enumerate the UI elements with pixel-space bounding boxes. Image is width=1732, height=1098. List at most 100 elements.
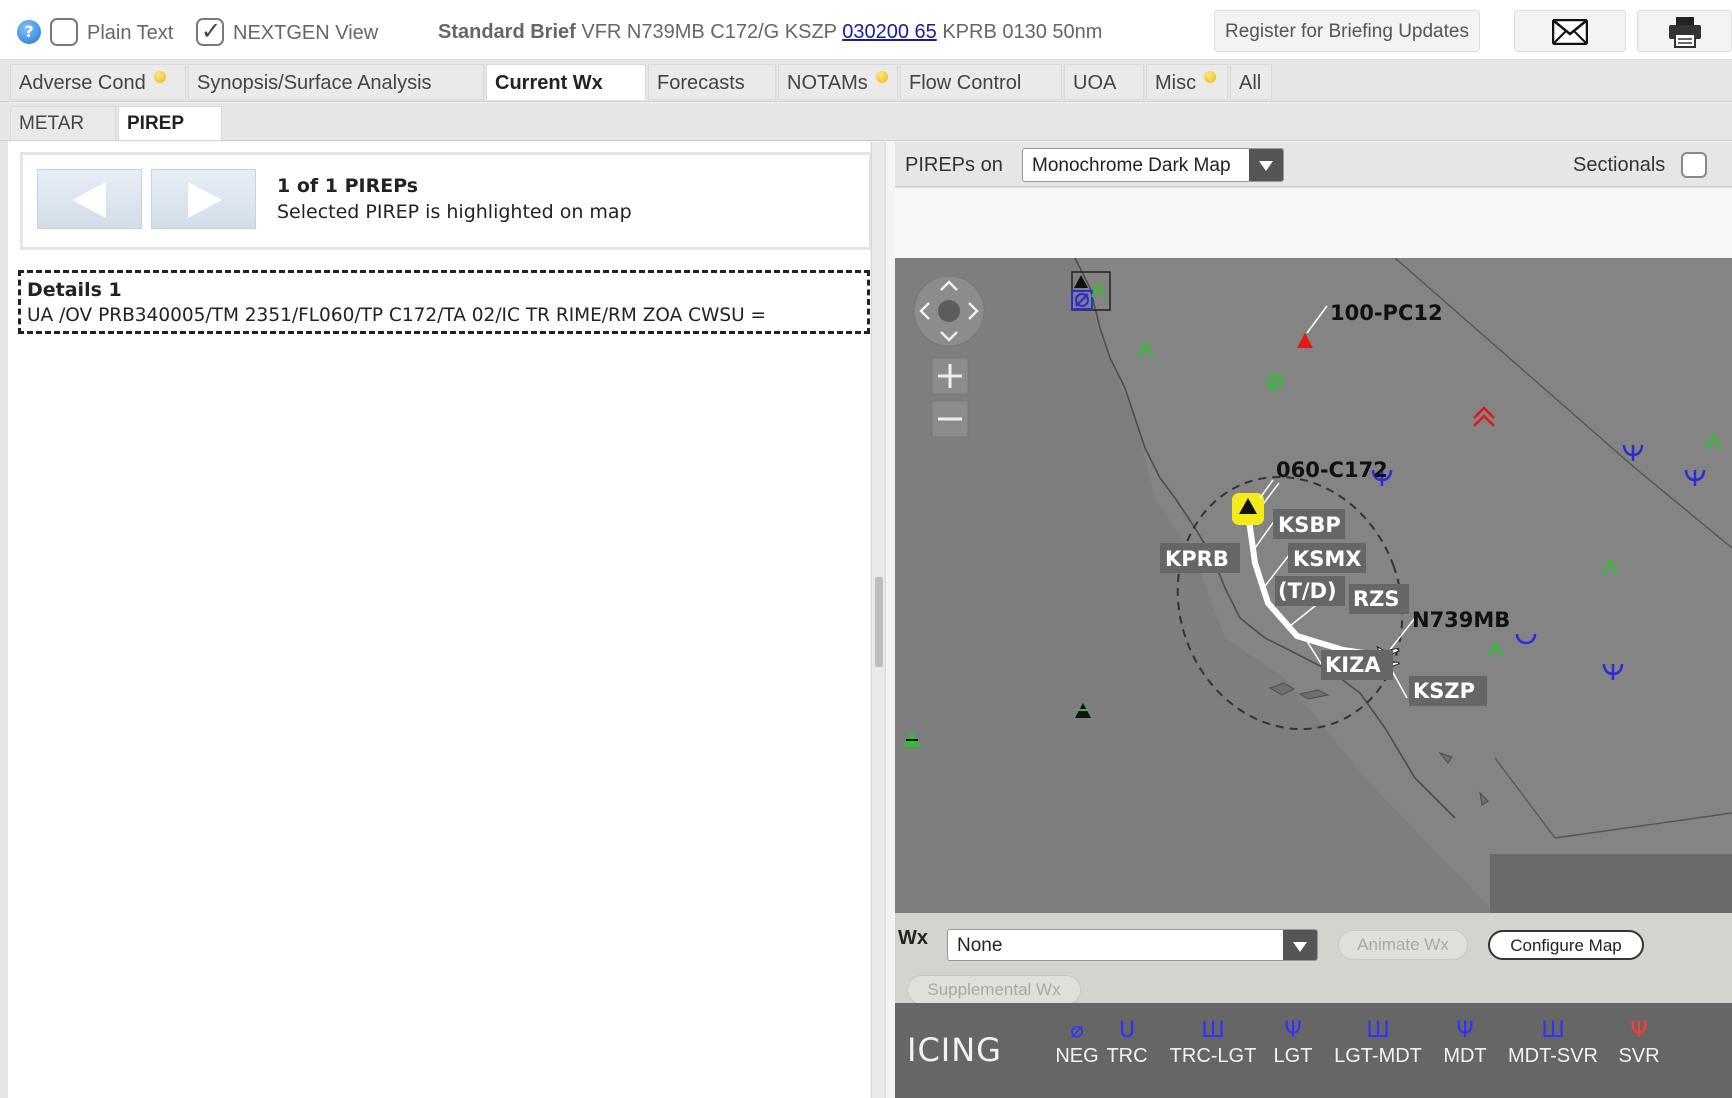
print-button[interactable] xyxy=(1637,10,1732,52)
legend-label: SVR xyxy=(1618,1045,1660,1067)
subtab-label: PIREP xyxy=(127,113,185,134)
sectionals-checkbox[interactable] xyxy=(1681,152,1707,178)
label-kiza: KIZA xyxy=(1325,653,1381,677)
icing-trc-lgt-icon: Ш xyxy=(1201,1018,1225,1043)
tab-label: Synopsis/Surface Analysis xyxy=(197,72,432,94)
arrow-right-icon xyxy=(188,182,222,218)
tab-forecasts[interactable]: Forecasts xyxy=(648,64,776,100)
label-ksmx: KSMX xyxy=(1293,547,1362,571)
chevron-down-icon xyxy=(1249,149,1283,181)
alert-dot-icon xyxy=(1204,71,1217,83)
splitter-grip[interactable] xyxy=(875,577,883,667)
plain-text-checkbox[interactable] xyxy=(50,18,78,46)
main-tabs: Adverse Cond Synopsis/Surface Analysis C… xyxy=(0,60,1732,102)
envelope-icon xyxy=(1551,18,1589,46)
icing-lgt-mdt-icon: Ш xyxy=(1366,1018,1390,1043)
map-header-strip xyxy=(895,188,1732,258)
icing-legend: ICING ⌀ NEG U TRC Ш TRC-LGT Ψ LGT Ш LGT-MDT Ψ… xyxy=(895,1003,1732,1098)
tab-label: NOTAMs xyxy=(787,72,868,94)
legend-label: LGT-MDT xyxy=(1334,1045,1422,1067)
subtab-metar[interactable]: METAR xyxy=(10,106,116,141)
legend-label: TRC xyxy=(1106,1045,1148,1067)
zoom-in-button[interactable] xyxy=(931,357,969,395)
tab-label: Adverse Cond xyxy=(19,72,146,94)
icing-lgt-icon: Ψ xyxy=(1284,1018,1302,1043)
legend-trc-lgt: Ш TRC-LGT xyxy=(1163,1019,1263,1068)
label-100-pc12: 100-PC12 xyxy=(1330,301,1443,325)
subtab-pirep[interactable]: PIREP xyxy=(118,106,222,141)
legend-neg: ⌀ NEG xyxy=(1052,1019,1102,1068)
register-briefing-updates-button[interactable]: Register for Briefing Updates xyxy=(1214,10,1480,52)
configure-map-button[interactable]: Configure Map xyxy=(1488,930,1644,960)
tab-label: Current Wx xyxy=(495,72,603,94)
label-060-c172: 060-C172 xyxy=(1276,458,1388,482)
legend-label: LGT xyxy=(1273,1045,1313,1067)
next-pirep-button[interactable] xyxy=(151,169,256,229)
tab-label: Flow Control xyxy=(909,72,1022,94)
supplemental-wx-button[interactable]: Supplemental Wx xyxy=(907,975,1081,1005)
legend-svr: Ψ SVR xyxy=(1611,1019,1667,1068)
tab-all[interactable]: All xyxy=(1230,64,1272,100)
map-pan-control[interactable] xyxy=(913,275,985,347)
sub-tabs: METAR PIREP xyxy=(0,103,1732,141)
wx-value: None xyxy=(957,935,1003,956)
pirep-navigator: 1 of 1 PIREPs Selected PIREP is highligh… xyxy=(20,152,872,250)
icing-neg-icon: ⌀ xyxy=(1070,1018,1084,1043)
legend-mdt-svr: Ш MDT-SVR xyxy=(1500,1019,1606,1068)
panel-splitter[interactable] xyxy=(871,142,886,1098)
nextgen-view-label: NEXTGEN View xyxy=(233,22,379,44)
legend-label: TRC-LGT xyxy=(1169,1045,1257,1067)
label-rzs: RZS xyxy=(1353,587,1400,611)
legend-lgt-mdt: Ш LGT-MDT xyxy=(1323,1019,1433,1068)
nextgen-view-checkbox[interactable] xyxy=(196,17,224,46)
tab-adverse-cond[interactable]: Adverse Cond xyxy=(10,64,186,100)
tab-flow-control[interactable]: Flow Control xyxy=(900,64,1062,100)
wx-toolbar: Wx None Animate Wx Configure Map Supplem… xyxy=(895,913,1732,1005)
tab-misc[interactable]: Misc xyxy=(1146,64,1228,100)
legend-lgt: Ψ LGT xyxy=(1265,1019,1321,1068)
label-kprb: KPRB xyxy=(1165,547,1229,571)
pirep-map[interactable]: 100-PC12 060-C172 N739MB KSBP KPRB KSMX … xyxy=(895,258,1732,913)
tab-label: Misc xyxy=(1155,72,1197,94)
tab-label: All xyxy=(1239,72,1262,94)
zoom-out-button[interactable] xyxy=(931,400,969,438)
map-panel: PIREPs on Monochrome Dark Map Sectionals xyxy=(895,142,1732,1098)
brief-route: VFR N739MB C172/G KSZP xyxy=(581,21,837,43)
subtab-label: METAR xyxy=(19,113,85,134)
alert-dot-icon xyxy=(153,71,166,83)
label-n739mb: N739MB xyxy=(1412,608,1510,632)
wx-select[interactable]: None xyxy=(947,929,1318,961)
legend-label: MDT xyxy=(1443,1045,1487,1067)
animate-wx-button[interactable]: Animate Wx xyxy=(1338,930,1468,960)
top-bar: ? Plain Text NEXTGEN View Standard Brief… xyxy=(0,0,1732,60)
previous-pirep-button[interactable] xyxy=(37,169,142,229)
printer-icon xyxy=(1668,17,1701,48)
basemap-select[interactable]: Monochrome Dark Map xyxy=(1022,148,1284,182)
map-canvas[interactable]: 100-PC12 060-C172 N739MB KSBP KPRB KSMX … xyxy=(895,258,1732,913)
tab-synopsis[interactable]: Synopsis/Surface Analysis xyxy=(188,64,484,100)
email-button[interactable] xyxy=(1514,10,1626,52)
brief-destination: KPRB 0130 50nm xyxy=(942,21,1103,43)
details-title: Details 1 xyxy=(27,279,122,301)
map-toolbar: PIREPs on Monochrome Dark Map Sectionals xyxy=(895,142,1732,187)
tab-notams[interactable]: NOTAMs xyxy=(778,64,898,100)
label-kszp: KSZP xyxy=(1413,679,1475,703)
chevron-down-icon xyxy=(1283,930,1317,960)
brief-type: Standard Brief xyxy=(438,21,576,43)
icing-mdt-svr-icon: Ш xyxy=(1541,1018,1565,1043)
pireps-on-label: PIREPs on xyxy=(905,154,1003,176)
legend-mdt: Ψ MDT xyxy=(1435,1019,1495,1068)
brief-time-link[interactable]: 030200 65 xyxy=(842,21,937,43)
details-text: UA /OV PRB340005/TM 2351/FL060/TP C172/T… xyxy=(27,305,767,326)
tab-current-wx[interactable]: Current Wx xyxy=(486,64,646,100)
tab-label: Forecasts xyxy=(657,72,745,94)
help-icon[interactable]: ? xyxy=(17,20,41,44)
tab-uoa[interactable]: UOA xyxy=(1064,64,1144,100)
alert-dot-icon xyxy=(875,71,888,83)
tab-label: UOA xyxy=(1073,72,1117,94)
pirep-count: 1 of 1 PIREPs xyxy=(277,175,419,197)
brief-summary: Standard Brief VFR N739MB C172/G KSZP 03… xyxy=(438,21,1102,44)
label-td: (T/D) xyxy=(1278,579,1337,603)
icing-trc-icon: U xyxy=(1118,1018,1136,1043)
briefing-app: ? Plain Text NEXTGEN View Standard Brief… xyxy=(0,0,1732,1098)
